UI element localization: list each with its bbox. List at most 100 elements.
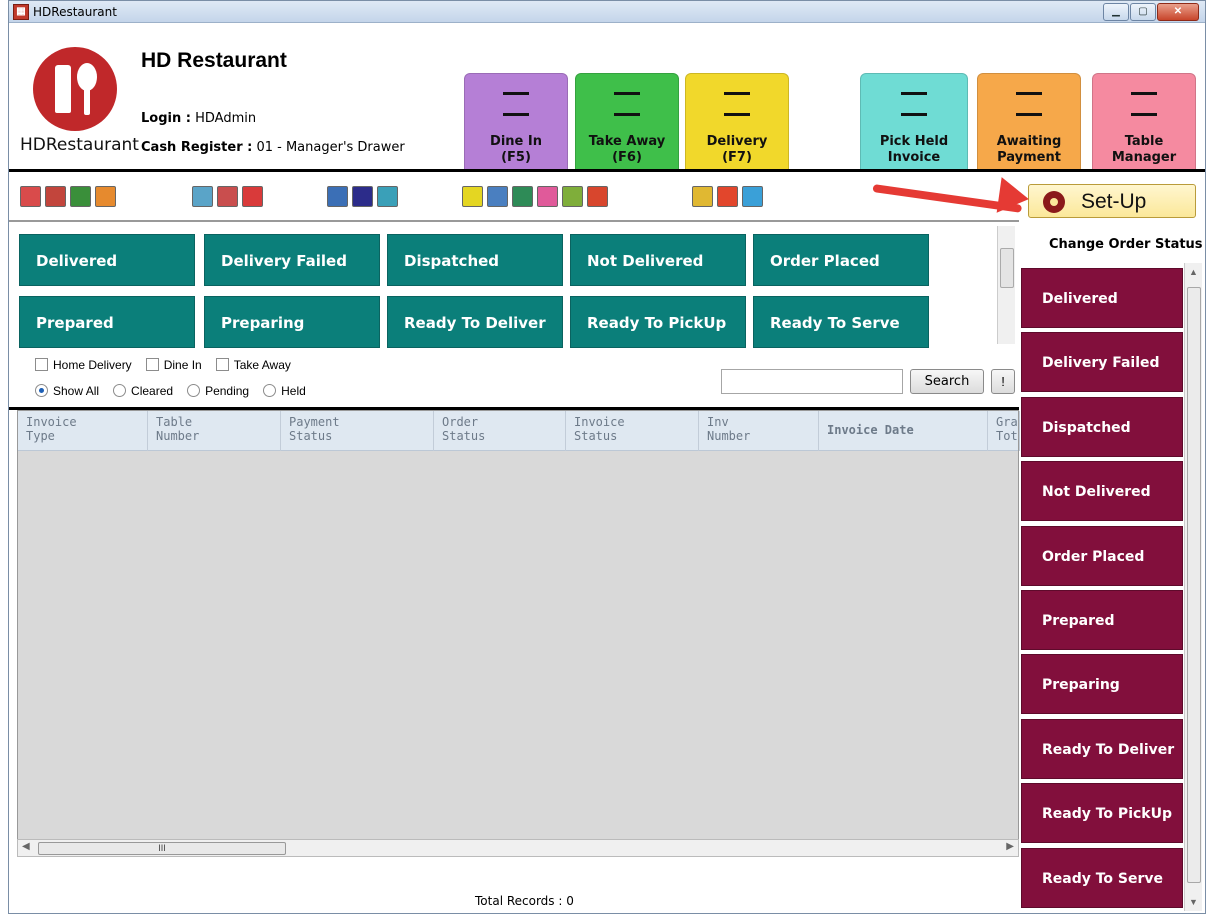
status-filter-dispatched-button[interactable]: Dispatched [387, 234, 563, 286]
home-delivery-checkbox[interactable]: Home Delivery [35, 358, 132, 372]
change-status-ready-to-serve-button[interactable]: Ready To Serve [1021, 847, 1183, 908]
status-filter-prepared-button[interactable]: Prepared [19, 296, 195, 348]
status-filter-delivery-failed-button[interactable]: Delivery Failed [204, 234, 380, 286]
status-filter-ready-to-serve-button[interactable]: Ready To Serve [753, 296, 929, 348]
change-status-ready-to-pickup-button[interactable]: Ready To PickUp [1021, 783, 1183, 844]
close-button[interactable]: ✕ [1157, 3, 1199, 21]
status-filter-not-delivered-button[interactable]: Not Delivered [570, 234, 746, 286]
change-status-preparing-button[interactable]: Preparing [1021, 654, 1183, 715]
minimize-button[interactable]: ▁ [1103, 3, 1129, 21]
pending-radio[interactable]: Pending [187, 384, 249, 398]
cart-icon[interactable] [512, 186, 533, 207]
total-records: Total Records : 0 [475, 894, 574, 908]
column-header-order-status[interactable]: Order Status [434, 411, 566, 451]
chart-icon[interactable] [327, 186, 348, 207]
gear-icon [1043, 191, 1065, 213]
menu-icon[interactable] [45, 186, 66, 207]
column-header-invoice-date[interactable]: Invoice Date [819, 411, 988, 451]
search-input[interactable] [721, 369, 903, 394]
scroll-right-icon[interactable]: ▶ [1006, 841, 1014, 852]
order-status-scrollbar[interactable]: ▲ ▼ [1184, 263, 1202, 911]
column-header-line1: Gra [996, 415, 1018, 429]
title-bar[interactable]: ▦ HDRestaurant ▁ ▢ ✕ [9, 1, 1205, 23]
column-header-invoice-status[interactable]: Invoice Status [566, 411, 699, 451]
radio-label: Cleared [131, 384, 174, 398]
take-away-checkbox[interactable]: Take Away [215, 358, 291, 372]
tile-delivery-button[interactable]: Delivery (F7) [685, 73, 789, 177]
terminal-icon[interactable] [462, 186, 483, 207]
cash-register-info: Cash Register : 01 - Manager's Drawer [141, 140, 405, 155]
expense-icon[interactable] [562, 186, 583, 207]
status-filter-preparing-button[interactable]: Preparing [204, 296, 380, 348]
scroll-thumb[interactable]: III [38, 842, 286, 855]
invoice-edit-icon[interactable] [537, 186, 558, 207]
change-status-delivery-failed-button[interactable]: Delivery Failed [1021, 332, 1183, 393]
app-window: ▦ HDRestaurant ▁ ▢ ✕ HDRestaurant HD Res… [8, 0, 1206, 914]
grid-horizontal-scrollbar[interactable]: ◀ III ▶ [17, 839, 1019, 857]
dine-in-checkbox[interactable]: Dine In [145, 358, 202, 372]
change-status-delivered-button[interactable]: Delivered [1021, 268, 1183, 328]
add-table-icon[interactable] [192, 186, 213, 207]
tile-pick-held-button[interactable]: Pick Held Invoice [860, 73, 968, 177]
invoice-grid[interactable]: Invoice Type Table Number Payment Status Order… [17, 410, 1020, 840]
maximize-button[interactable]: ▢ [1130, 3, 1156, 21]
tile-label-line2: Payment [997, 150, 1061, 165]
table-icon[interactable] [217, 186, 238, 207]
column-header-table-number[interactable]: Table Number [148, 411, 281, 451]
scroll-left-icon[interactable]: ◀ [22, 841, 30, 852]
status-filter-ready-to-pickup-button[interactable]: Ready To PickUp [570, 296, 746, 348]
login-info: Login : HDAdmin [141, 111, 256, 126]
show-all-radio[interactable]: Show All [35, 384, 99, 398]
status-filter-order-placed-button[interactable]: Order Placed [753, 234, 929, 286]
search-button[interactable]: Search [910, 369, 984, 394]
split-icon[interactable] [242, 186, 263, 207]
status-filter-ready-to-deliver-button[interactable]: Ready To Deliver [387, 296, 563, 348]
column-header-inv-number[interactable]: Inv Number [699, 411, 819, 451]
checkbox-label: Home Delivery [53, 358, 132, 372]
tile-table-button[interactable]: Table Manager [1092, 73, 1196, 177]
status-filter-delivered-button[interactable]: Delivered [19, 234, 195, 286]
app-name: HD Restaurant [141, 49, 287, 72]
change-status-prepared-button[interactable]: Prepared [1021, 590, 1183, 650]
tile-take-away-button[interactable]: Take Away (F6) [575, 73, 679, 177]
column-header-gra-tot[interactable]: Gra Tot [988, 411, 1020, 451]
edit-icon[interactable] [487, 186, 508, 207]
feedback-icon[interactable] [70, 186, 91, 207]
checkbox-row: Home Delivery Dine In Take Away [35, 358, 305, 372]
user-icon[interactable] [742, 186, 763, 207]
status-scrollbar[interactable] [997, 226, 1015, 344]
kot-icon[interactable] [377, 186, 398, 207]
discount-icon[interactable] [717, 186, 738, 207]
column-header-line1: Table [156, 415, 193, 429]
column-header-invoice-type[interactable]: Invoice Type [18, 411, 148, 451]
radio-row: Show All Cleared Pending Held [35, 384, 320, 398]
column-header-line1: Invoice [574, 415, 625, 429]
held-radio[interactable]: Held [263, 384, 306, 398]
radio-label: Pending [205, 384, 250, 398]
checkbox-label: Take Away [233, 358, 291, 372]
reports-icon[interactable] [95, 186, 116, 207]
delivery-icon[interactable] [352, 186, 373, 207]
scroll-up-icon[interactable]: ▲ [1189, 267, 1198, 277]
tile-dine-in-button[interactable]: Dine In (F5) [464, 73, 568, 177]
scroll-down-icon[interactable]: ▼ [1189, 897, 1198, 907]
checkbox-label: Dine In [163, 358, 202, 372]
calendar-icon[interactable] [587, 186, 608, 207]
change-status-order-placed-button[interactable]: Order Placed [1021, 525, 1183, 586]
window-title: HDRestaurant [33, 5, 117, 19]
cleared-radio[interactable]: Cleared [113, 384, 173, 398]
change-status-not-delivered-button[interactable]: Not Delivered [1021, 461, 1183, 522]
change-status-dispatched-button[interactable]: Dispatched [1021, 396, 1183, 457]
tile-label-line2: (F6) [612, 150, 642, 165]
change-status-ready-to-deliver-button[interactable]: Ready To Deliver [1021, 718, 1183, 779]
column-header-line1: Payment [289, 415, 340, 429]
setup-button[interactable]: Set-Up [1028, 184, 1196, 218]
tile-label-line2: Invoice [887, 150, 941, 165]
tile-awaiting-button[interactable]: Awaiting Payment [977, 73, 1081, 177]
customers-icon[interactable] [20, 186, 41, 207]
header: HDRestaurant HD Restaurant Login : HDAdm… [9, 23, 1205, 177]
clear-search-button[interactable]: ! [991, 369, 1015, 394]
column-header-payment-status[interactable]: Payment Status [281, 411, 434, 451]
rewards-icon[interactable] [692, 186, 713, 207]
table-icon [503, 92, 529, 116]
